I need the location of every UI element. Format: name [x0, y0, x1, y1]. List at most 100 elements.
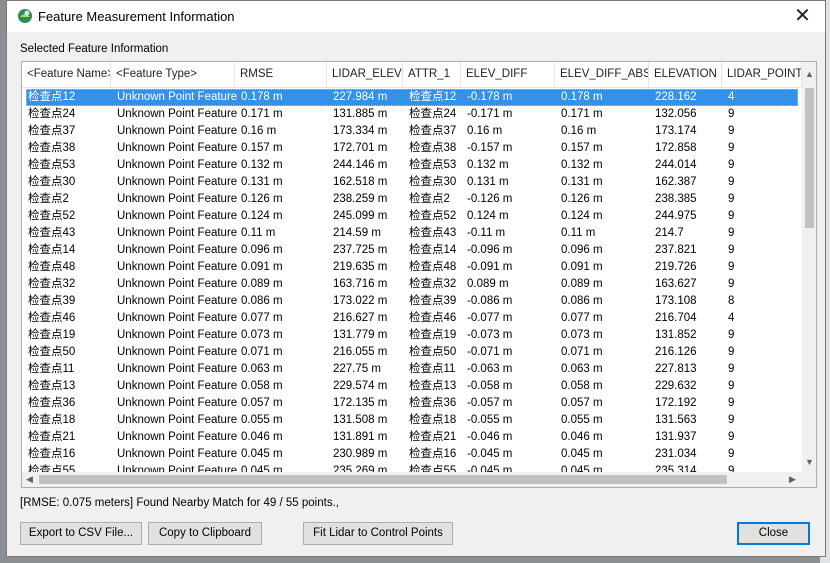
scroll-down-arrow-icon[interactable]: ▼ [802, 455, 816, 470]
cell-feature-type: Unknown Point Feature [117, 346, 237, 358]
fit-lidar-button[interactable]: Fit Lidar to Control Points [303, 522, 453, 545]
cell-elev-diff-abs: 0.077 m [561, 312, 603, 324]
cell-attr-1: 检查点18 [409, 414, 457, 426]
cell-lidar-point: 4 [728, 312, 735, 324]
table-row[interactable]: 检查点55 Unknown Point Feature 0.045 m 235.269… [26, 463, 798, 472]
window-title: Feature Measurement Information [38, 9, 235, 24]
copy-clipboard-button[interactable]: Copy to Clipboard [148, 522, 262, 545]
cell-lidar-point: 9 [728, 414, 735, 426]
table-row[interactable]: 检查点12 Unknown Point Feature 0.178 m 227.984… [26, 89, 798, 106]
cell-feature-name: 检查点38 [28, 142, 76, 154]
cell-elevation: 231.034 [655, 448, 697, 460]
cell-elevation: 244.975 [655, 210, 697, 222]
table-row[interactable]: 检查点48 Unknown Point Feature 0.091 m 219.635… [26, 259, 798, 276]
cell-elev-diff-abs: 0.11 m [561, 227, 596, 239]
table-row[interactable]: 检查点14 Unknown Point Feature 0.096 m 237.725… [26, 242, 798, 259]
column-header-elev-diff-abs[interactable]: ELEV_DIFF_ABS [555, 62, 649, 87]
cell-elevation: 227.813 [655, 363, 697, 375]
cell-lidar-elev: 227.984 m [333, 91, 388, 103]
cell-rmse: 0.157 m [241, 142, 283, 154]
cell-elev-diff: 0.089 m [467, 278, 509, 290]
table-row[interactable]: 检查点16 Unknown Point Feature 0.045 m 230.989… [26, 446, 798, 463]
table-row[interactable]: 检查点18 Unknown Point Feature 0.055 m 131.508… [26, 412, 798, 429]
close-window-button[interactable]: ✕ [780, 1, 825, 32]
cell-elevation: 216.126 [655, 346, 697, 358]
cell-lidar-point: 9 [728, 380, 735, 392]
table-row[interactable]: 检查点32 Unknown Point Feature 0.089 m 163.716… [26, 276, 798, 293]
cell-elev-diff: -0.126 m [467, 193, 513, 205]
cell-feature-type: Unknown Point Feature [117, 380, 237, 392]
table-row[interactable]: 检查点46 Unknown Point Feature 0.077 m 216.627… [26, 310, 798, 327]
table-row[interactable]: 检查点36 Unknown Point Feature 0.057 m 172.135… [26, 395, 798, 412]
cell-lidar-elev: 172.135 m [333, 397, 388, 409]
column-header-elevation[interactable]: ELEVATION [649, 62, 722, 87]
column-header-lidar-elev[interactable]: LIDAR_ELEV [327, 62, 403, 87]
table-row[interactable]: 检查点13 Unknown Point Feature 0.058 m 229.574… [26, 378, 798, 395]
globe-app-icon [18, 9, 32, 23]
table-row[interactable]: 检查点21 Unknown Point Feature 0.046 m 131.891… [26, 429, 798, 446]
scroll-left-arrow-icon[interactable]: ◀ [22, 472, 37, 487]
table-row[interactable]: 检查点39 Unknown Point Feature 0.086 m 173.022… [26, 293, 798, 310]
feature-list-view[interactable]: <Feature Name> <Feature Type> RMSE LIDAR_EL… [21, 61, 817, 488]
column-header-rmse[interactable]: RMSE [235, 62, 327, 87]
table-row[interactable]: 检查点50 Unknown Point Feature 0.071 m 216.055… [26, 344, 798, 361]
column-header-elev-diff[interactable]: ELEV_DIFF [461, 62, 555, 87]
table-row[interactable]: 检查点19 Unknown Point Feature 0.073 m 131.779… [26, 327, 798, 344]
cell-lidar-elev: 131.508 m [333, 414, 388, 426]
cell-lidar-elev: 244.146 m [333, 159, 388, 171]
table-row[interactable]: 检查点37 Unknown Point Feature 0.16 m 173.334 … [26, 123, 798, 140]
cell-elevation: 173.108 [655, 295, 697, 307]
cell-lidar-elev: 131.885 m [333, 108, 388, 120]
table-row[interactable]: 检查点24 Unknown Point Feature 0.171 m 131.885… [26, 106, 798, 123]
cell-lidar-elev: 131.779 m [333, 329, 388, 341]
cell-elev-diff: -0.178 m [467, 91, 513, 103]
cell-elevation: 216.704 [655, 312, 697, 324]
table-row[interactable]: 检查点43 Unknown Point Feature 0.11 m 214.59 m… [26, 225, 798, 242]
cell-elev-diff: -0.096 m [467, 244, 513, 256]
cell-elev-diff-abs: 0.124 m [561, 210, 603, 222]
cell-elev-diff: 0.124 m [467, 210, 509, 222]
column-header-feature-type[interactable]: <Feature Type> [111, 62, 235, 87]
scroll-up-arrow-icon[interactable]: ▲ [802, 67, 816, 82]
cell-elev-diff-abs: 0.096 m [561, 244, 603, 256]
scroll-right-arrow-icon[interactable]: ▶ [785, 472, 800, 487]
cell-attr-1: 检查点16 [409, 448, 457, 460]
cell-feature-type: Unknown Point Feature [117, 397, 237, 409]
cell-lidar-point: 9 [728, 142, 735, 154]
horizontal-scrollbar[interactable]: ◀ ▶ [22, 472, 802, 487]
cell-rmse: 0.073 m [241, 329, 283, 341]
cell-elevation: 162.387 [655, 176, 697, 188]
export-csv-button[interactable]: Export to CSV File... [20, 522, 142, 545]
cell-elev-diff-abs: 0.089 m [561, 278, 603, 290]
cell-feature-name: 检查点14 [28, 244, 76, 256]
table-row[interactable]: 检查点38 Unknown Point Feature 0.157 m 172.701… [26, 140, 798, 157]
cell-elev-diff-abs: 0.046 m [561, 431, 603, 443]
table-row[interactable]: 检查点52 Unknown Point Feature 0.124 m 245.099… [26, 208, 798, 225]
cell-elev-diff-abs: 0.057 m [561, 397, 603, 409]
cell-attr-1: 检查点37 [409, 125, 457, 137]
cell-lidar-point: 9 [728, 159, 735, 171]
cell-lidar-elev: 229.574 m [333, 380, 388, 392]
column-header-lidar-point[interactable]: LIDAR_POINT [722, 62, 802, 87]
horizontal-scroll-thumb[interactable] [39, 475, 727, 484]
cell-elev-diff-abs: 0.058 m [561, 380, 603, 392]
column-header-attr-1[interactable]: ATTR_1 [403, 62, 461, 87]
cell-lidar-point: 9 [728, 346, 735, 358]
cell-feature-type: Unknown Point Feature [117, 159, 237, 171]
cell-rmse: 0.045 m [241, 465, 283, 472]
cell-lidar-elev: 219.635 m [333, 261, 388, 273]
cell-lidar-elev: 216.627 m [333, 312, 388, 324]
cell-elevation: 172.858 [655, 142, 697, 154]
table-row[interactable]: 检查点11 Unknown Point Feature 0.063 m 227.75 … [26, 361, 798, 378]
cell-attr-1: 检查点52 [409, 210, 457, 222]
vertical-scrollbar[interactable]: ▲ ▼ [802, 62, 816, 472]
table-row[interactable]: 检查点2 Unknown Point Feature 0.126 m 238.259 … [26, 191, 798, 208]
table-row[interactable]: 检查点53 Unknown Point Feature 0.132 m 244.146… [26, 157, 798, 174]
vertical-scroll-thumb[interactable] [805, 88, 814, 228]
close-button[interactable]: Close [737, 522, 810, 545]
cell-elev-diff-abs: 0.045 m [561, 448, 603, 460]
cell-feature-name: 检查点18 [28, 414, 76, 426]
cell-elev-diff-abs: 0.126 m [561, 193, 603, 205]
table-row[interactable]: 检查点30 Unknown Point Feature 0.131 m 162.518… [26, 174, 798, 191]
column-header-feature-name[interactable]: <Feature Name> [22, 62, 111, 87]
